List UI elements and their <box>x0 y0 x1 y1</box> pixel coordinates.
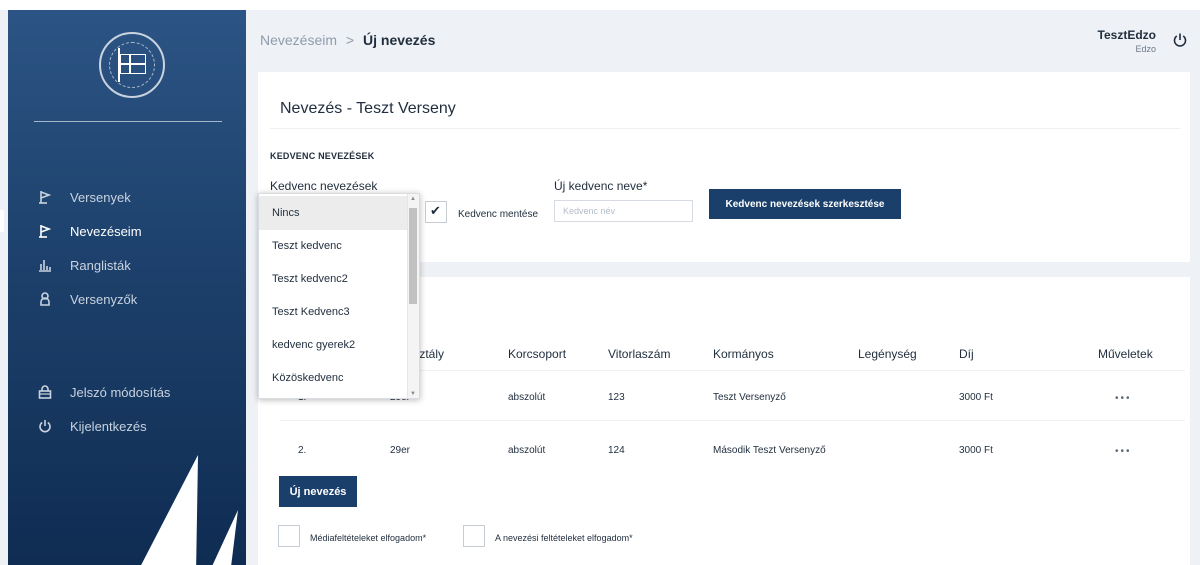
column-header-age-group: Korcsoport <box>508 347 567 361</box>
dropdown-option[interactable]: Teszt Kedvenc3 <box>259 295 407 329</box>
scroll-down-icon[interactable]: ▼ <box>410 391 416 397</box>
row-sail-number: 123 <box>608 392 625 403</box>
edit-favorites-button[interactable]: Kedvenc nevezések szerkesztése <box>709 189 901 219</box>
user-info: TesztEdzo Edzo <box>1098 28 1156 54</box>
new-entry-button[interactable]: Új nevezés <box>279 476 357 507</box>
federation-logo <box>99 32 165 98</box>
sidebar-item-label: Ranglisták <box>70 257 131 273</box>
row-fee: 3000 Ft <box>959 392 993 403</box>
dropdown-scrollbar[interactable]: ▲ ▼ <box>407 194 419 398</box>
save-favorite-label: Kedvenc mentése <box>458 209 539 220</box>
new-favorite-input[interactable] <box>554 200 693 222</box>
entry-terms-checkbox[interactable] <box>463 525 485 547</box>
user-name: TesztEdzo <box>1097 28 1156 42</box>
column-header-fee: Díj <box>959 347 974 361</box>
row-helm: Második Teszt Versenyző <box>713 445 826 456</box>
column-header-actions: Műveletek <box>1098 347 1153 361</box>
sail-decoration-icon <box>141 455 238 565</box>
sidebar: Versenyek Nevezéseim Ranglisták Versenyz… <box>8 10 246 565</box>
power-icon[interactable] <box>1172 32 1188 48</box>
top-strip <box>0 0 1200 10</box>
scrollbar-thumb[interactable] <box>409 208 417 304</box>
row-helm: Teszt Versenyző <box>713 392 786 403</box>
favorites-section-title: KEDVENC NEVEZÉSEK <box>270 151 375 161</box>
row-actions-menu[interactable]: ••• <box>1115 446 1132 457</box>
column-header-crew: Legénység <box>858 347 917 361</box>
row-number: 2. <box>298 445 307 456</box>
entry-terms-label: A nevezési feltételeket elfogadom* <box>495 533 633 543</box>
sidebar-item-label: Versenyzők <box>70 291 138 307</box>
flag-icon <box>120 54 146 74</box>
column-header-sail-number: Vitorlaszám <box>608 347 671 361</box>
row-divider <box>280 420 1185 421</box>
sidebar-item-ranglistak[interactable]: Ranglisták <box>8 250 246 280</box>
sidebar-item-nevezeseim[interactable]: Nevezéseim <box>8 216 246 246</box>
lock-icon <box>36 383 54 401</box>
sidebar-item-versenyek[interactable]: Versenyek <box>8 182 246 212</box>
breadcrumb-parent[interactable]: Nevezéseim <box>260 32 337 48</box>
user-role: Edzo <box>1135 44 1156 54</box>
sidebar-item-label: Jelszó módosítás <box>70 384 171 400</box>
dropdown-option[interactable]: Nincs <box>259 196 407 230</box>
row-age-group: abszolút <box>508 392 546 403</box>
header: Nevezéseim > Új nevezés TesztEdzo Edzo <box>246 10 1200 72</box>
dropdown-option[interactable]: kedvenc gyerek2 <box>259 328 407 362</box>
dropdown-option[interactable]: Közöskedvenc <box>259 361 407 395</box>
sidebar-item-label: Versenyek <box>70 189 131 205</box>
row-actions-menu[interactable]: ••• <box>1115 393 1132 404</box>
row-age-group: abszolút <box>508 445 546 456</box>
sidebar-item-label: Kijelentkezés <box>70 418 147 434</box>
card-divider <box>270 128 1180 129</box>
scroll-up-icon[interactable]: ▲ <box>410 196 416 202</box>
favorites-label: Kedvenc nevezések <box>270 179 378 193</box>
sidebar-item-versenyzok[interactable]: Versenyzők <box>8 284 246 314</box>
breadcrumb: Nevezéseim > Új nevezés <box>260 32 435 48</box>
sidebar-item-kijelentkezes[interactable]: Kijelentkezés <box>8 411 246 441</box>
breadcrumb-separator: > <box>345 32 355 48</box>
flag-icon <box>36 222 54 240</box>
new-favorite-label: Új kedvenc neve* <box>554 179 648 193</box>
ranking-icon <box>36 256 54 274</box>
dropdown-option[interactable]: Teszt kedvenc <box>259 229 407 263</box>
dropdown-option[interactable]: Teszt kedvenc2 <box>259 262 407 296</box>
sidebar-divider <box>34 121 222 122</box>
sidebar-item-jelszo-modositas[interactable]: Jelszó módosítás <box>8 377 246 407</box>
flag-icon <box>36 188 54 206</box>
person-icon <box>36 290 54 308</box>
media-terms-label: Médiafeltételeket elfogadom* <box>310 533 427 543</box>
row-sail-number: 124 <box>608 445 625 456</box>
media-terms-checkbox[interactable] <box>278 525 300 547</box>
save-favorite-checkbox[interactable] <box>425 201 447 223</box>
row-class: 29er <box>390 445 411 456</box>
row-fee: 3000 Ft <box>959 445 993 456</box>
active-indicator <box>0 210 4 232</box>
column-header-helm: Kormányos <box>713 347 774 361</box>
favorites-dropdown[interactable]: Nincs Teszt kedvenc Teszt kedvenc2 Teszt… <box>258 193 420 399</box>
page-title: Nevezés - Teszt Verseny <box>280 100 456 117</box>
power-icon <box>36 417 54 435</box>
breadcrumb-current: Új nevezés <box>363 32 436 48</box>
sidebar-item-label: Nevezéseim <box>70 223 142 239</box>
